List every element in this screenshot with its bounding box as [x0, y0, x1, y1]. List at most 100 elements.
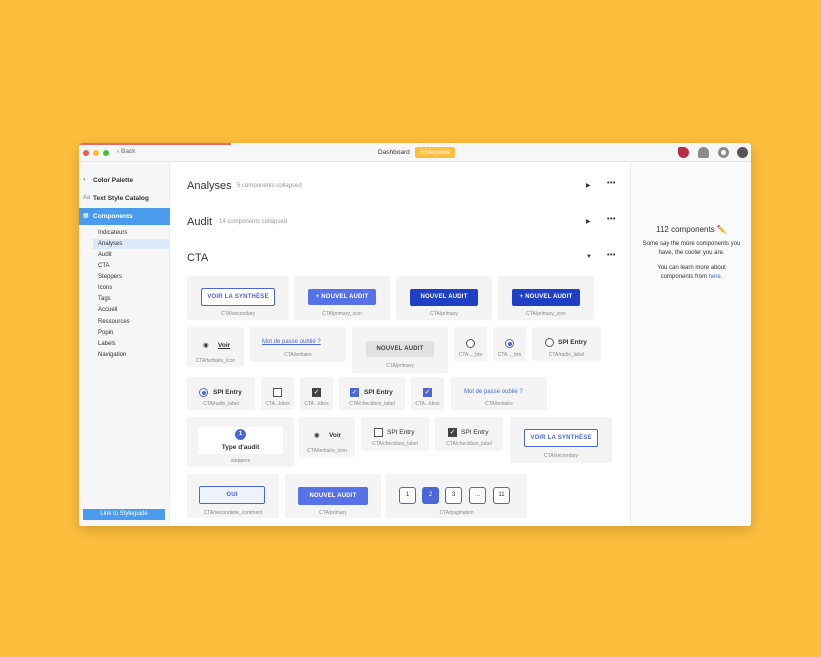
component-card: SPI Entry CTA/radio_label — [187, 377, 255, 410]
voir-synthese-button[interactable]: VOIR LA SYNTHÈSE — [201, 288, 275, 306]
nouvel-audit-disabled-button[interactable]: NOUVEL AUDIT — [366, 341, 434, 357]
nouvel-audit-button[interactable]: NOUVEL AUDIT — [410, 289, 478, 306]
component-caption: CTA/checkbox_label — [372, 441, 418, 447]
tab-styleguide[interactable]: Styleguide — [415, 147, 456, 158]
bell-icon[interactable] — [698, 147, 709, 158]
sidebar-sub-steppers[interactable]: Steppers — [93, 272, 170, 282]
sidebar-sub-cta[interactable]: CTA — [93, 261, 170, 271]
component-card: + NOUVEL AUDIT CTA/primary_icon — [294, 276, 390, 320]
checkbox[interactable] — [374, 428, 383, 437]
component-caption: CTA/primary — [430, 311, 458, 317]
component-card: Mot de passe oublié ? CTA/tertiaire — [451, 377, 547, 410]
voir-link[interactable]: Voir — [218, 342, 230, 349]
component-card: ✓ CTA...kbox — [300, 377, 333, 410]
component-card: ✓ CTA...kbox — [411, 377, 444, 410]
step-number: 1 — [235, 429, 246, 440]
checkbox-checked[interactable]: ✓ — [423, 388, 432, 397]
raspberry-icon[interactable] — [678, 147, 689, 158]
oui-button[interactable]: OUI — [199, 486, 265, 504]
component-caption: CTA..._btn — [458, 352, 483, 358]
app-window: ‹ Back Dashboard Styleguide ◐ Color Palet… — [79, 143, 751, 526]
checkbox-checked[interactable]: ✓ — [312, 388, 321, 397]
component-card: Mot de passe oublié ? CTA/tertiaire — [250, 327, 346, 362]
checkbox-checked[interactable]: ✓ — [448, 428, 457, 437]
component-caption: CTA/checkbox_label — [349, 401, 395, 407]
close-window-dot[interactable] — [83, 150, 89, 156]
tab-dashboard[interactable]: Dashboard — [373, 147, 415, 158]
component-card: 1 Type d'audit steppers — [187, 417, 294, 467]
text-style-icon: Aa — [83, 195, 91, 201]
nouvel-audit-icon-button[interactable]: + NOUVEL AUDIT — [512, 289, 580, 306]
components-count: 112 components ✏️ — [656, 225, 727, 234]
nouvel-audit-button[interactable]: NOUVEL AUDIT — [298, 487, 368, 505]
sidebar-sub-ressources[interactable]: Ressources — [93, 317, 170, 327]
section-title-analyses: Analyses — [187, 180, 232, 192]
collapse-cta-icon[interactable]: ▼ — [586, 254, 592, 260]
sidebar-sub-tags[interactable]: Tags — [93, 294, 170, 304]
more-options-cta-icon[interactable]: ••• — [607, 252, 616, 259]
link-to-styleguide-button[interactable]: Link to Styleguide — [83, 509, 165, 520]
component-caption: CTA/primary_icon — [526, 311, 566, 317]
component-caption: CTA/primary_icon — [322, 311, 362, 317]
palette-icon: ◐ — [83, 177, 87, 183]
component-card: CTA...kbox — [261, 377, 294, 410]
sidebar-sub-audit[interactable]: Audit — [93, 250, 170, 260]
component-caption: CTA...kbox — [304, 401, 329, 407]
spi-entry-label: SPI Entry — [558, 339, 587, 346]
section-subtitle-audit: 14 components collapsed — [219, 219, 288, 225]
right-panel-text: have, the cooler you are. — [658, 250, 725, 256]
checkbox[interactable] — [273, 388, 282, 397]
component-card: VOIR LA SYNTHÈSE CTA/secondary — [187, 276, 289, 320]
voir-synthese-button[interactable]: VOIR LA SYNTHÈSE — [524, 429, 598, 447]
component-card: + NOUVEL AUDIT CTA/primary_icon — [498, 276, 594, 320]
component-card: SPI Entry CTA/checkbox_label — [361, 417, 429, 451]
spi-entry-label: SPI Entry — [387, 429, 415, 436]
maximize-window-dot[interactable] — [103, 150, 109, 156]
sidebar-sub-popin[interactable]: Popin — [93, 328, 170, 338]
sidebar-sub-navigation[interactable]: Navigation — [93, 350, 170, 360]
component-caption: CTA/secondaire_comment — [203, 510, 263, 516]
section-title-audit: Audit — [187, 216, 213, 228]
accent-line — [79, 143, 231, 145]
sidebar-sub-indicateurs[interactable]: Indicateurs — [93, 228, 170, 238]
component-caption: CTA..._btn — [497, 352, 522, 358]
mot-de-passe-link[interactable]: Mot de passe oublié ? — [464, 389, 523, 395]
expand-audit-icon[interactable]: ▶ — [586, 218, 591, 225]
sidebar-item-color-palette[interactable]: ◐ Color Palette — [79, 172, 170, 189]
help-icon[interactable] — [718, 147, 729, 158]
right-panel-text: components from here. — [660, 274, 723, 280]
eye-icon: ◉ — [203, 342, 209, 349]
sidebar-sub-analyses[interactable]: Analyses — [93, 239, 170, 249]
radio-button-selected[interactable] — [505, 339, 514, 348]
checkbox-checked[interactable]: ✓ — [350, 388, 359, 397]
component-caption: CTA/primary — [386, 363, 414, 369]
more-options-audit-icon[interactable]: ••• — [607, 216, 616, 223]
radio-button-selected[interactable] — [199, 388, 208, 397]
sidebar-item-text-style-catalog[interactable]: Aa Text Style Catalog — [79, 190, 170, 207]
avatar[interactable] — [737, 147, 748, 158]
radio-button[interactable] — [545, 338, 554, 347]
component-card: OUI CTA/secondaire_comment — [187, 474, 279, 518]
component-caption: CTA/tertiaire — [284, 352, 312, 358]
radio-button[interactable] — [466, 339, 475, 348]
nouvel-audit-icon-button[interactable]: + NOUVEL AUDIT — [308, 289, 376, 305]
right-panel-text: You can learn more about — [657, 265, 726, 271]
pagination-page[interactable]: 3 — [445, 487, 462, 504]
sidebar-sub-accueil[interactable]: Accueil — [93, 305, 170, 315]
pagination-ellipsis[interactable]: ... — [469, 487, 486, 504]
minimize-window-dot[interactable] — [93, 150, 99, 156]
mot-de-passe-link[interactable]: Mot de passe oublié ? — [262, 339, 321, 345]
expand-analyses-icon[interactable]: ▶ — [586, 182, 591, 189]
voir-link[interactable]: Voir — [329, 432, 341, 439]
sidebar-sub-icons[interactable]: Icons — [93, 283, 170, 293]
stepper: 1 Type d'audit — [198, 427, 283, 454]
sidebar-sub-labels[interactable]: Labels — [93, 339, 170, 349]
sidebar-item-components[interactable]: ▦ Components — [79, 208, 170, 225]
pagination-page-active[interactable]: 2 — [422, 487, 439, 504]
component-caption: CTA/tertiaire_icon — [195, 358, 236, 364]
back-button[interactable]: ‹ Back — [117, 148, 135, 155]
pagination-page[interactable]: 11 — [493, 487, 510, 504]
here-link[interactable]: here — [709, 274, 721, 280]
pagination-page[interactable]: 1 — [399, 487, 416, 504]
more-options-analyses-icon[interactable]: ••• — [607, 180, 616, 187]
